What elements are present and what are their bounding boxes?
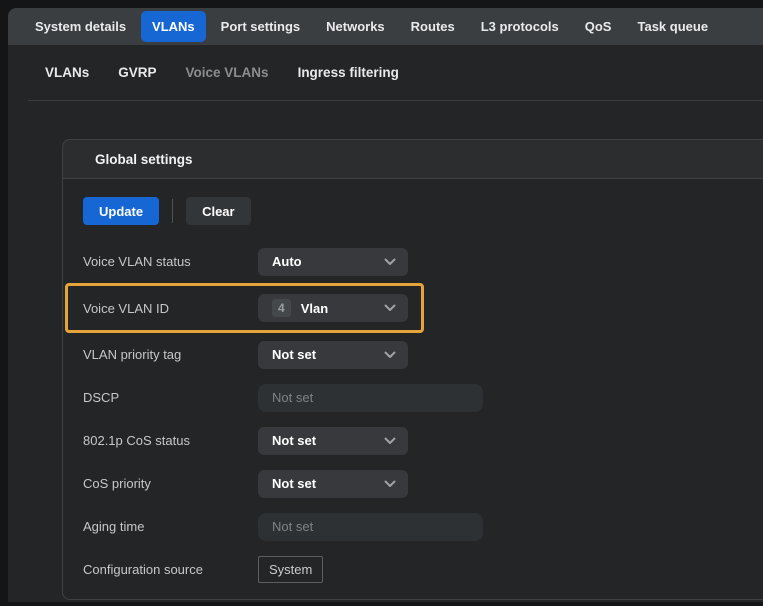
tab-networks[interactable]: Networks [315, 11, 396, 42]
update-button[interactable]: Update [83, 197, 159, 225]
panel-header: Global settings [62, 139, 763, 179]
app-window: System details VLANs Port settings Netwo… [8, 8, 763, 602]
clear-button[interactable]: Clear [186, 197, 251, 225]
panel-body: Update Clear Voice VLAN status Auto Voic… [62, 179, 763, 600]
subnav-divider [28, 100, 763, 101]
select-value: Not set [272, 347, 384, 362]
form-row-vlan-priority-tag: VLAN priority tag Not set [63, 333, 763, 376]
chevron-down-icon [384, 351, 396, 359]
subnav-item-vlans[interactable]: VLANs [45, 65, 89, 80]
field-label: VLAN priority tag [83, 347, 258, 362]
select-value: Not set [272, 433, 384, 448]
actions-row: Update Clear [83, 197, 763, 225]
chevron-down-icon [384, 304, 396, 312]
top-nav: System details VLANs Port settings Netwo… [8, 8, 763, 45]
cos-status-select[interactable]: Not set [258, 427, 408, 455]
dscp-input[interactable] [258, 384, 483, 412]
field-label: 802.1p CoS status [83, 433, 258, 448]
form-row-configuration-source: Configuration source System [63, 548, 763, 591]
tab-routes[interactable]: Routes [400, 11, 466, 42]
form-row-cos-status: 802.1p CoS status Not set [63, 419, 763, 462]
panel-title: Global settings [95, 152, 193, 167]
actions-divider [172, 199, 173, 223]
tab-qos[interactable]: QoS [574, 11, 623, 42]
form-row-aging-time: Aging time [63, 505, 763, 548]
vlan-id-chip: 4 [272, 299, 291, 317]
form-row-cos-priority: CoS priority Not set [63, 462, 763, 505]
cos-priority-select[interactable]: Not set [258, 470, 408, 498]
configuration-source-badge: System [258, 556, 323, 583]
voice-vlan-id-select[interactable]: 4 Vlan [258, 294, 408, 322]
select-value: Not set [272, 476, 384, 491]
select-value: Auto [272, 254, 384, 269]
subnav-item-voice-vlans[interactable]: Voice VLANs [186, 65, 269, 80]
subnav-item-ingress-filtering[interactable]: Ingress filtering [298, 65, 399, 80]
chevron-down-icon [384, 437, 396, 445]
field-label: Voice VLAN status [83, 254, 258, 269]
form-row-voice-vlan-status: Voice VLAN status Auto [63, 240, 763, 283]
tab-l3-protocols[interactable]: L3 protocols [470, 11, 570, 42]
voice-vlan-status-select[interactable]: Auto [258, 248, 408, 276]
subnav-item-gvrp[interactable]: GVRP [118, 65, 156, 80]
sub-nav: VLANs GVRP Voice VLANs Ingress filtering [8, 45, 763, 100]
field-label: Aging time [83, 519, 258, 534]
tab-system-details[interactable]: System details [24, 11, 137, 42]
field-label: CoS priority [83, 476, 258, 491]
field-label: Configuration source [83, 562, 258, 577]
chevron-down-icon [384, 480, 396, 488]
form-row-dscp: DSCP [63, 376, 763, 419]
field-label: Voice VLAN ID [83, 301, 258, 316]
tab-vlans[interactable]: VLANs [141, 11, 206, 42]
global-settings-panel: Global settings Update Clear Voice VLAN … [62, 139, 763, 600]
select-value: Vlan [301, 301, 384, 316]
vlan-priority-tag-select[interactable]: Not set [258, 341, 408, 369]
field-label: DSCP [83, 390, 258, 405]
tab-port-settings[interactable]: Port settings [210, 11, 311, 42]
aging-time-input[interactable] [258, 513, 483, 541]
chevron-down-icon [384, 258, 396, 266]
tab-task-queue[interactable]: Task queue [626, 11, 719, 42]
form-row-voice-vlan-id: Voice VLAN ID 4 Vlan [65, 283, 424, 333]
